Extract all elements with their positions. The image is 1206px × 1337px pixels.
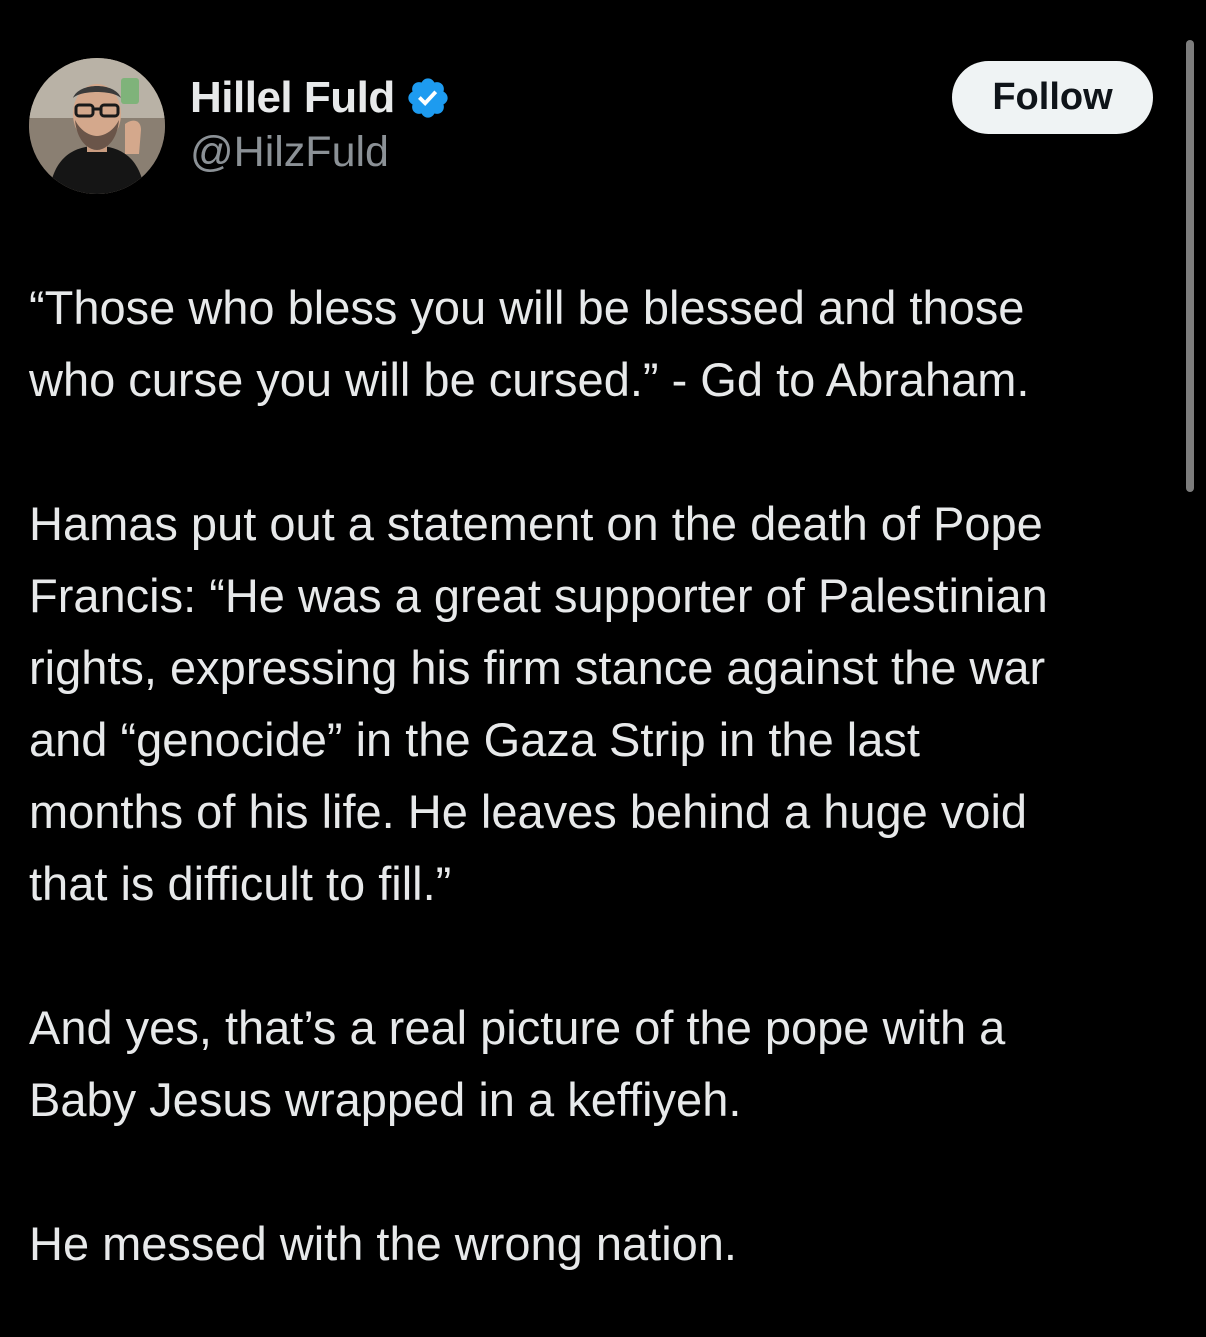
follow-button[interactable]: Follow — [952, 61, 1153, 134]
tweet-paragraph: Hamas put out a statement on the death o… — [29, 497, 1048, 910]
tweet-paragraph: He messed with the wrong nation. — [29, 1217, 737, 1270]
verified-badge-icon[interactable] — [405, 75, 451, 121]
author-name-row: Hillel Fuld — [190, 68, 451, 128]
avatar-photo — [29, 58, 165, 194]
avatar[interactable] — [29, 58, 165, 194]
author-handle[interactable]: @HilzFuld — [190, 128, 389, 177]
author-display-name[interactable]: Hillel Fuld — [190, 73, 395, 123]
tweet-text: “Those who bless you will be blessed and… — [29, 272, 1179, 1280]
tweet-paragraph: “Those who bless you will be blessed and… — [29, 281, 1030, 406]
tweet-paragraph: And yes, that’s a real picture of the po… — [29, 1001, 1006, 1126]
scrollbar-thumb[interactable] — [1186, 40, 1194, 492]
